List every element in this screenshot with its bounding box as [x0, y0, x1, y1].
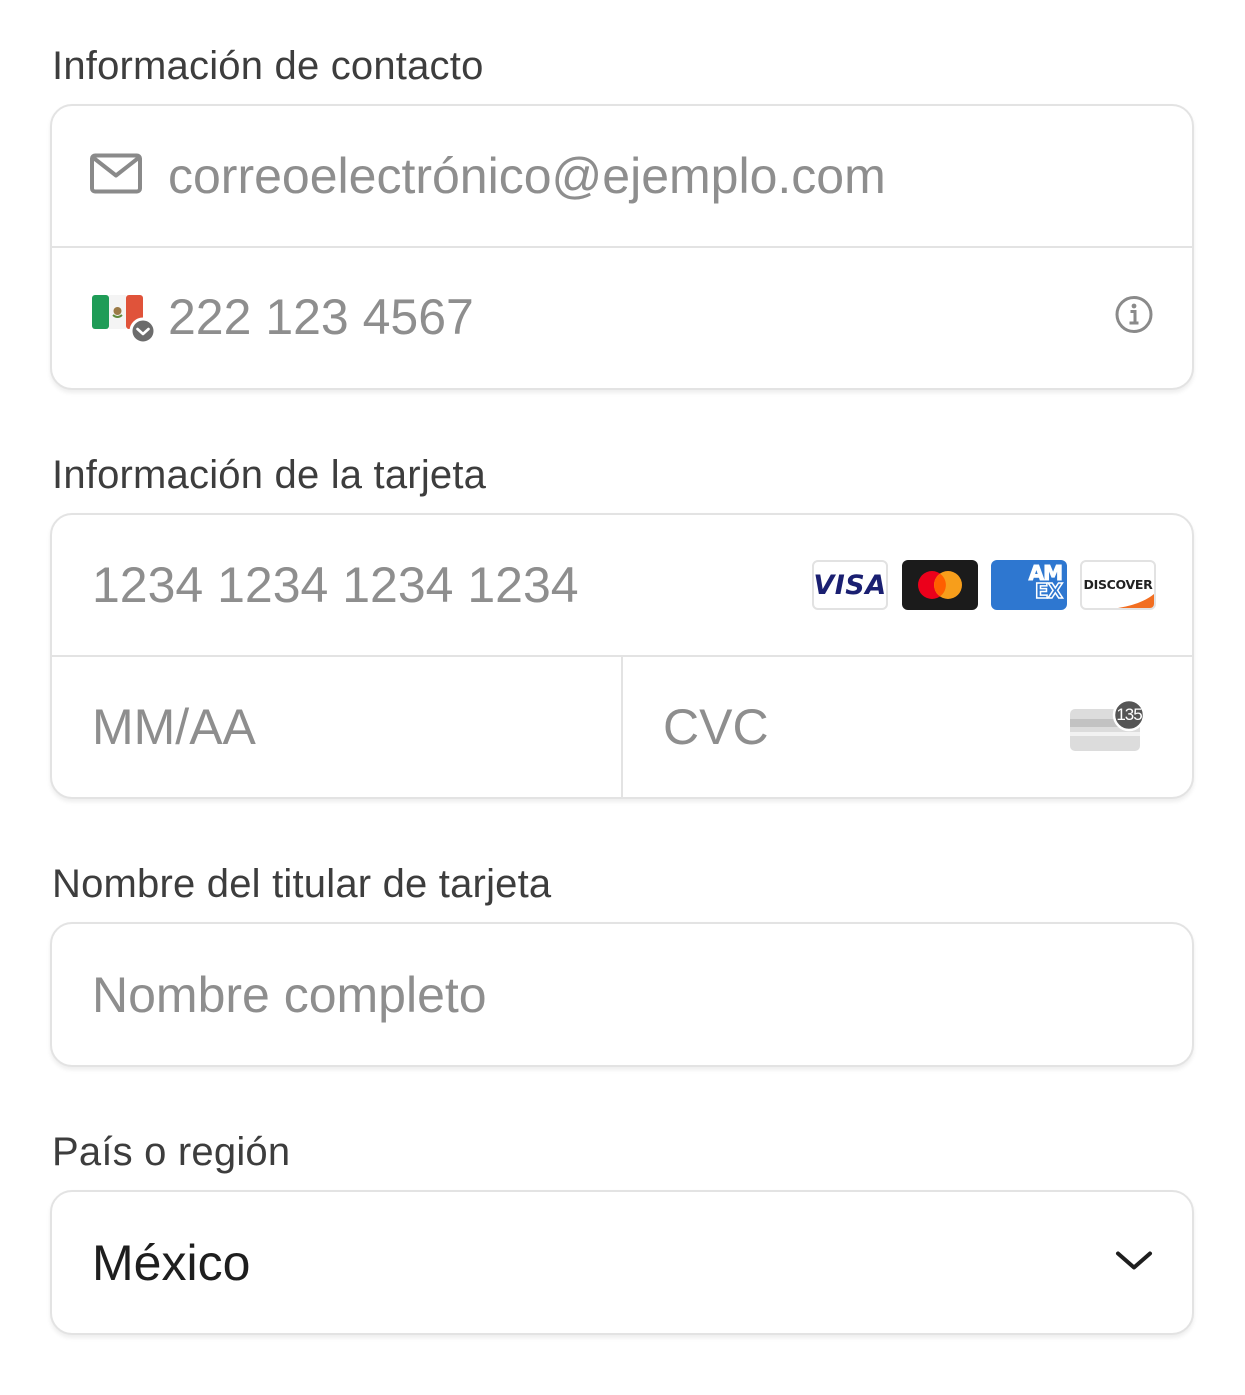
- amex-icon: AM EX: [991, 560, 1067, 610]
- cvc-card-icon: 135: [1068, 699, 1148, 755]
- phone-row[interactable]: [52, 246, 1192, 386]
- email-row[interactable]: [52, 106, 1192, 246]
- card-section-label: Información de la tarjeta: [52, 453, 487, 497]
- mastercard-icon: [902, 560, 978, 610]
- mexico-flag-icon: [92, 295, 157, 345]
- card-number-input[interactable]: [92, 556, 792, 614]
- expiry-cell[interactable]: [52, 657, 621, 797]
- contact-section-label: Información de contacto: [52, 44, 484, 88]
- country-section-label: País o región: [52, 1130, 291, 1174]
- holder-field-group: [50, 922, 1194, 1067]
- holder-row[interactable]: [52, 924, 1192, 1065]
- chevron-down-icon[interactable]: [1114, 1248, 1154, 1277]
- phone-input[interactable]: [168, 288, 868, 346]
- email-input[interactable]: [168, 147, 1068, 205]
- country-select-value: México: [92, 1234, 251, 1291]
- cvc-cell[interactable]: 135: [621, 657, 1192, 797]
- country-select[interactable]: México: [50, 1190, 1194, 1335]
- discover-accent-shape: [1118, 594, 1154, 608]
- card-field-group: VISA AM EX DISCOVER: [50, 513, 1194, 799]
- holder-section-label: Nombre del titular de tarjeta: [52, 862, 552, 906]
- cardholder-name-input[interactable]: [92, 965, 1092, 1024]
- visa-brand-text: VISA: [813, 569, 887, 601]
- contact-field-group: [50, 104, 1194, 390]
- mail-icon: [90, 153, 142, 199]
- card-details-row: 135: [52, 655, 1192, 797]
- discover-brand-text: DISCOVER: [1083, 576, 1153, 592]
- info-icon[interactable]: [1114, 295, 1154, 340]
- discover-icon: DISCOVER: [1080, 560, 1156, 610]
- card-number-row[interactable]: VISA AM EX DISCOVER: [52, 515, 1192, 655]
- country-select-row[interactable]: México: [52, 1192, 1192, 1333]
- amex-brand-bottom: EX: [1034, 579, 1064, 603]
- cvc-badge-text: 135: [1116, 705, 1142, 724]
- visa-icon: VISA: [812, 560, 888, 610]
- cvc-input[interactable]: [663, 698, 1043, 756]
- country-flag-selector[interactable]: [90, 289, 157, 345]
- expiry-input[interactable]: [92, 698, 592, 756]
